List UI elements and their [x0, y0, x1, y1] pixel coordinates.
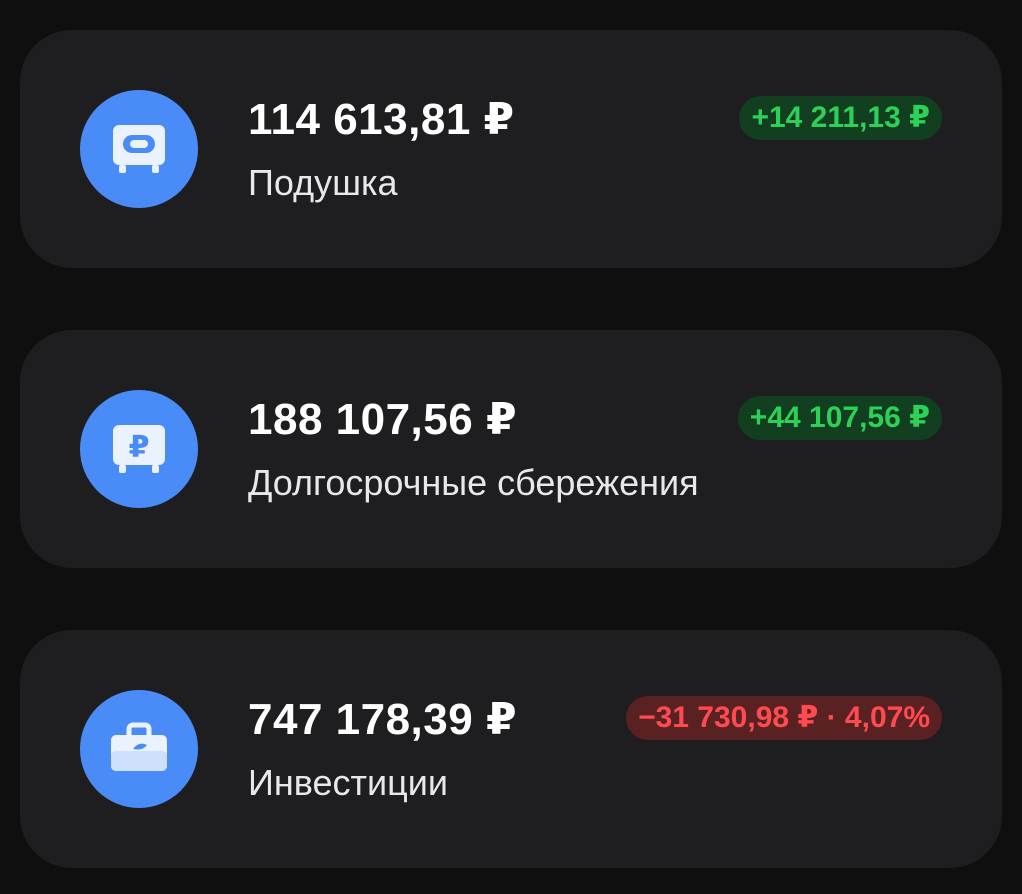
account-card-cushion[interactable]: 114 613,81 ₽ Подушка +14 211,13 ₽	[20, 30, 1002, 268]
balance-change-badge: +14 211,13 ₽	[739, 96, 942, 140]
account-name: Долгосрочные сбережения	[248, 462, 699, 503]
account-card-long-term-savings[interactable]: ₽ 188 107,56 ₽ Долгосрочные сбережения +…	[20, 330, 1002, 568]
balance-change-badge: −31 730,98 ₽ · 4,07%	[626, 696, 942, 740]
account-balance: 747 178,39 ₽	[248, 695, 518, 744]
balance-change-badge: +44 107,56 ₽	[737, 396, 942, 440]
ruble-chest-icon: ₽	[80, 390, 198, 508]
briefcase-icon	[80, 690, 198, 808]
account-name: Инвестиции	[248, 762, 448, 803]
account-balance: 188 107,56 ₽	[248, 395, 518, 444]
account-balance: 114 613,81 ₽	[248, 95, 515, 144]
account-name: Подушка	[248, 162, 398, 203]
svg-text:₽: ₽	[129, 430, 150, 465]
account-card-investments[interactable]: 747 178,39 ₽ Инвестиции −31 730,98 ₽ · 4…	[20, 630, 1002, 868]
safe-icon	[80, 90, 198, 208]
accounts-list: 114 613,81 ₽ Подушка +14 211,13 ₽ ₽ 188 …	[0, 0, 1022, 894]
